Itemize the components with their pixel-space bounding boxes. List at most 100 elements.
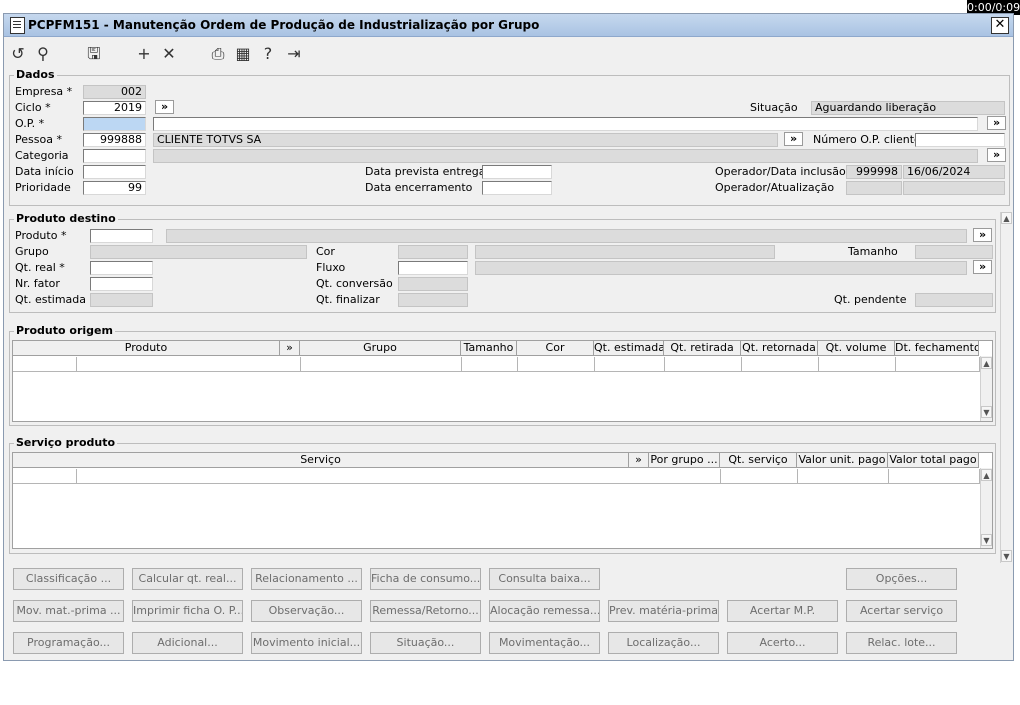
servico-produto-table[interactable]: Serviço » Por grupo ... Qt. serviço Valo… [12,452,993,549]
scroll-up-icon[interactable]: ▲ [981,357,992,369]
data-inicio-field[interactable] [83,165,146,179]
mov-mat-prima-button[interactable]: Mov. mat.-prima ... [13,600,124,622]
numero-op-cliente-field[interactable] [915,133,1005,147]
calcular-qt-real-button[interactable]: Calcular qt. real... [132,568,243,590]
exit-icon[interactable]: ⇥ [284,45,304,63]
observacao-button[interactable]: Observação... [251,600,362,622]
scroll-up-icon[interactable]: ▲ [981,469,992,481]
op-field[interactable] [83,117,146,131]
movimentacao-button[interactable]: Movimentação... [489,632,600,654]
table-cell[interactable] [896,357,980,372]
adicional-button[interactable]: Adicional... [132,632,243,654]
alocacao-remessa-button[interactable]: Alocação remessa... [489,600,600,622]
imprimir-ficha-op-button[interactable]: Imprimir ficha O. P... [132,600,243,622]
consulta-baixa-button[interactable]: Consulta baixa... [489,568,600,590]
table-cell[interactable] [889,469,980,484]
prev-materia-prima-button[interactable]: Prev. matéria-prima... [608,600,719,622]
column-header[interactable]: Qt. volume [818,341,895,356]
table-cell[interactable] [13,357,77,372]
search-icon[interactable]: ⚲ [33,45,53,63]
fluxo-field[interactable] [398,261,468,275]
classificacao-button[interactable]: Classificação ... [13,568,124,590]
ciclo-lookup-button[interactable]: » [155,100,174,114]
table-cell[interactable] [742,357,819,372]
column-lookup-button[interactable]: » [280,341,300,356]
column-header[interactable]: Qt. retirada [664,341,741,356]
column-lookup-button[interactable]: » [629,453,649,468]
movimento-inicial-button[interactable]: Movimento inicial... [251,632,362,654]
column-header[interactable]: Valor unit. pago [797,453,888,468]
column-header[interactable]: Qt. retornada [741,341,818,356]
categoria-description-field [153,149,978,163]
data-prevista-label: Data prevista entrega [365,165,486,178]
remessa-retorno-button[interactable]: Remessa/Retorno... [370,600,481,622]
prioridade-field[interactable]: 99 [83,181,146,195]
column-header[interactable]: Qt. estimada [594,341,664,356]
relacionamento-button[interactable]: Relacionamento ... [251,568,362,590]
table-cell[interactable] [595,357,665,372]
categoria-field[interactable] [83,149,146,163]
data-prevista-field[interactable] [482,165,552,179]
column-header[interactable]: Cor [517,341,594,356]
servico-scrollbar[interactable]: ▲ ▼ [980,468,992,548]
delete-icon[interactable]: ✕ [159,45,179,63]
relac-lote-button[interactable]: Relac. lote... [846,632,957,654]
acertar-servico-button[interactable]: Acertar serviço [846,600,957,622]
produto-lookup-button[interactable]: » [973,228,992,242]
programacao-button[interactable]: Programação... [13,632,124,654]
table-cell[interactable] [13,469,77,484]
column-header[interactable]: Produto [13,341,280,356]
qt-real-field[interactable] [90,261,153,275]
table-cell[interactable] [301,357,462,372]
table-cell[interactable] [518,357,595,372]
prioridade-label: Prioridade [15,181,71,194]
acertar-mp-button[interactable]: Acertar M.P. [727,600,838,622]
close-button[interactable]: ✕ [991,17,1009,34]
table-cell[interactable] [798,469,889,484]
scroll-up-icon[interactable]: ▲ [1001,212,1012,224]
help-icon[interactable]: ? [258,45,278,63]
scroll-down-icon[interactable]: ▼ [981,534,992,546]
column-header[interactable]: Valor total pago [888,453,979,468]
op-description-field[interactable] [153,117,978,131]
column-header[interactable]: Serviço [13,453,629,468]
add-icon[interactable]: + [134,45,154,63]
data-encerramento-field[interactable] [482,181,552,195]
tamanho-label: Tamanho [848,245,898,258]
ficha-consumo-button[interactable]: Ficha de consumo... [370,568,481,590]
column-header[interactable]: Por grupo ... [649,453,720,468]
produto-origem-table[interactable]: Produto » Grupo Tamanho Cor Qt. estimada… [12,340,993,422]
column-header[interactable]: Grupo [300,341,461,356]
scroll-down-icon[interactable]: ▼ [981,406,992,418]
nr-fator-field[interactable] [90,277,153,291]
op-lookup-button[interactable]: » [987,116,1006,130]
column-header[interactable]: Tamanho [461,341,517,356]
calendar-icon[interactable]: ▦ [233,45,253,63]
categoria-lookup-button[interactable]: » [987,148,1006,162]
table-cell[interactable] [462,357,518,372]
save-icon[interactable]: 🖫 [84,45,104,63]
localizacao-button[interactable]: Localização... [608,632,719,654]
produto-field[interactable] [90,229,153,243]
table-cell[interactable] [77,357,301,372]
column-header[interactable]: Dt. fechamento [895,341,979,356]
situacao-label: Situação [750,101,798,114]
ciclo-field[interactable]: 2019 [83,101,146,115]
pessoa-code-field[interactable]: 999888 [83,133,146,147]
print-icon[interactable]: ⎙ [208,45,228,63]
main-scrollbar[interactable]: ▲ ▼ [1000,212,1012,563]
grupo-label: Grupo [15,245,49,258]
acerto-button[interactable]: Acerto... [727,632,838,654]
table-cell[interactable] [77,469,721,484]
undo-icon[interactable]: ↺ [8,45,28,63]
situacao-button[interactable]: Situação... [370,632,481,654]
table-cell[interactable] [721,469,798,484]
table-cell[interactable] [819,357,896,372]
fluxo-lookup-button[interactable]: » [973,260,992,274]
opcoes-button[interactable]: Opções... [846,568,957,590]
table-cell[interactable] [665,357,742,372]
origem-scrollbar[interactable]: ▲ ▼ [980,356,992,421]
column-header[interactable]: Qt. serviço [720,453,797,468]
scroll-down-icon[interactable]: ▼ [1001,550,1012,562]
pessoa-lookup-button[interactable]: » [784,132,803,146]
